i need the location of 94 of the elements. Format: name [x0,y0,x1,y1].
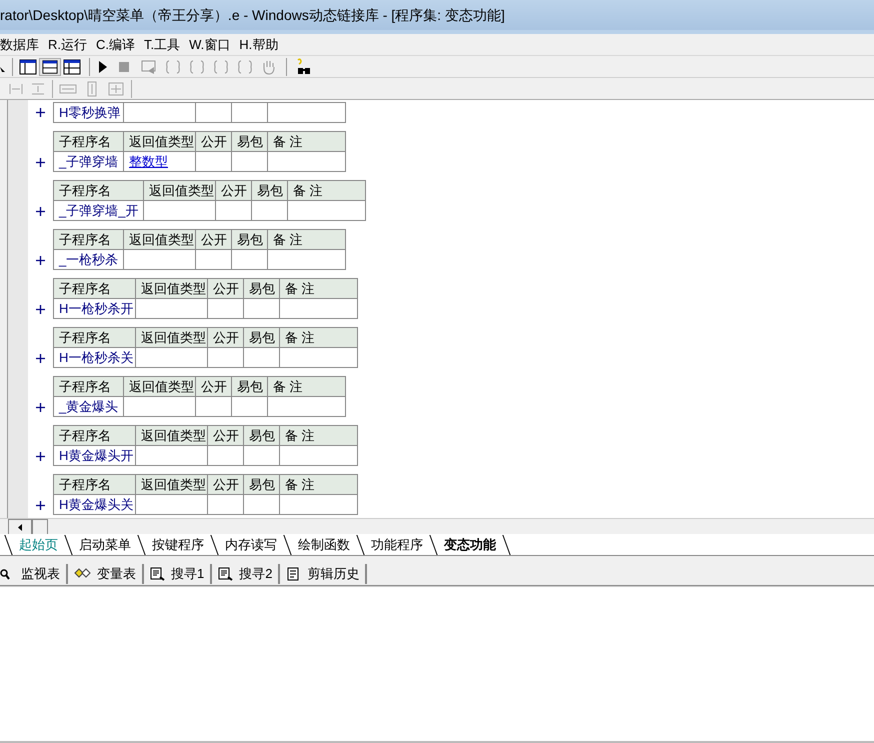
scroll-left-button[interactable] [8,519,32,535]
menu-item[interactable]: H.帮助 [239,34,278,54]
column-header: 公开 [196,132,232,151]
document-search-icon [150,566,165,580]
column-header: 易包 [244,475,280,494]
scroll-thumb[interactable] [32,519,48,535]
panel-tab[interactable]: 变量表 [68,564,144,584]
tab[interactable]: 内存读写 [210,535,291,555]
column-header: 公开 [208,279,244,298]
column-header: 返回值类型 [136,279,208,298]
column-header: 公开 [208,426,244,445]
column-header: 返回值类型 [136,426,208,445]
document-icon [286,566,302,580]
column-header: 备 注 [268,230,346,249]
expand-icon[interactable] [36,304,45,314]
panel-tab[interactable]: 剪辑历史 [280,564,368,584]
window-title: rator\Desktop\晴空菜单（帝王分享）.e - Windows动态链接库 - [程序集: 变态功能] [0,6,505,25]
column-header: 易包 [232,377,268,396]
column-header: 易包 [244,426,280,445]
column-header: 公开 [196,230,232,249]
column-header: 易包 [252,181,288,200]
binoculars-icon[interactable] [295,58,313,76]
expand-icon[interactable] [36,108,45,117]
panel-tab[interactable]: 监视表 [0,564,68,584]
subroutine-name: H黄金爆头开 [54,446,136,465]
layout-icon[interactable] [19,58,37,74]
column-header: 子程序名 [54,328,136,347]
left-arrow-icon [18,524,22,530]
expand-icon[interactable] [36,158,45,166]
column-header: 备 注 [280,426,358,445]
panel-tab-label: 搜寻1 [171,564,204,583]
column-header: 子程序名 [54,426,136,445]
subroutine-name: H黄金爆头关 [54,495,136,514]
tab[interactable]: 启动菜单 [64,535,145,555]
column-header: 返回值类型 [136,475,208,494]
panel-tab-label: 剪辑历史 [307,564,360,583]
diamonds-icon [74,566,91,580]
subroutine-name: _一枪秒杀 [54,250,124,269]
column-header: 子程序名 [54,230,124,249]
column-header: 子程序名 [54,279,136,298]
subroutine-name: _子弹穿墙 [54,152,124,171]
column-header: 返回值类型 [136,328,208,347]
column-header: 备 注 [268,377,346,396]
subroutine-name: _子弹穿墙_开 [54,201,144,220]
column-header: 公开 [208,328,244,347]
menu-item[interactable]: C.编译 [96,34,135,54]
column-header: 子程序名 [54,377,124,396]
tab[interactable]: 变态功能 [429,535,511,555]
panel-tab[interactable]: 搜寻2 [212,564,280,584]
column-header: 易包 [244,328,280,347]
column-header: 备 注 [280,475,358,494]
column-header: 易包 [232,132,268,151]
column-header: 公开 [196,377,232,396]
expand-icon[interactable] [36,402,45,412]
column-header: 返回值类型 [124,230,196,249]
column-header: 易包 [244,279,280,298]
panel-tab-label: 变量表 [97,564,136,583]
column-header: 备 注 [280,328,358,347]
column-header: 公开 [208,475,244,494]
subroutine-name: H一枪秒杀关 [54,348,136,367]
column-header: 子程序名 [54,181,144,200]
menu-item[interactable]: T.工具 [144,34,180,54]
expand-icon[interactable] [36,256,45,264]
play-icon[interactable] [98,60,108,74]
column-header: 易包 [232,230,268,249]
menu-item[interactable]: W.窗口 [189,34,230,54]
menu-item[interactable]: 数据库 [0,34,39,54]
column-header: 备 注 [268,132,346,151]
tab[interactable]: 绘制函数 [283,535,364,555]
subroutine-name: H零秒换弹 [54,103,124,122]
column-header: 备 注 [288,181,366,200]
expand-icon[interactable] [36,500,45,510]
subroutine-name: _黄金爆头 [54,397,124,416]
column-header: 子程序名 [54,132,124,151]
expand-icon[interactable] [36,354,45,362]
panel-tab[interactable]: 搜寻1 [144,564,212,584]
column-header: 返回值类型 [144,181,216,200]
column-header: 备 注 [280,279,358,298]
return-type-cell: 整数型 [124,152,196,171]
tab[interactable]: 起始页 [4,535,72,555]
menu-item[interactable]: R.运行 [48,34,87,54]
panel-tab-label: 监视表 [21,564,60,583]
layout-icon[interactable] [63,58,81,74]
column-header: 返回值类型 [124,132,196,151]
column-header: 返回值类型 [124,377,196,396]
panel-tab-label: 搜寻2 [239,564,272,583]
expand-icon[interactable] [36,206,45,216]
column-header: 子程序名 [54,475,136,494]
layout-icon[interactable] [39,58,61,76]
expand-icon[interactable] [36,452,45,460]
column-header: 公开 [216,181,252,200]
subroutine-name: H一枪秒杀开 [54,299,136,318]
tab[interactable]: 按键程序 [137,535,218,555]
document-search-icon [218,566,234,580]
